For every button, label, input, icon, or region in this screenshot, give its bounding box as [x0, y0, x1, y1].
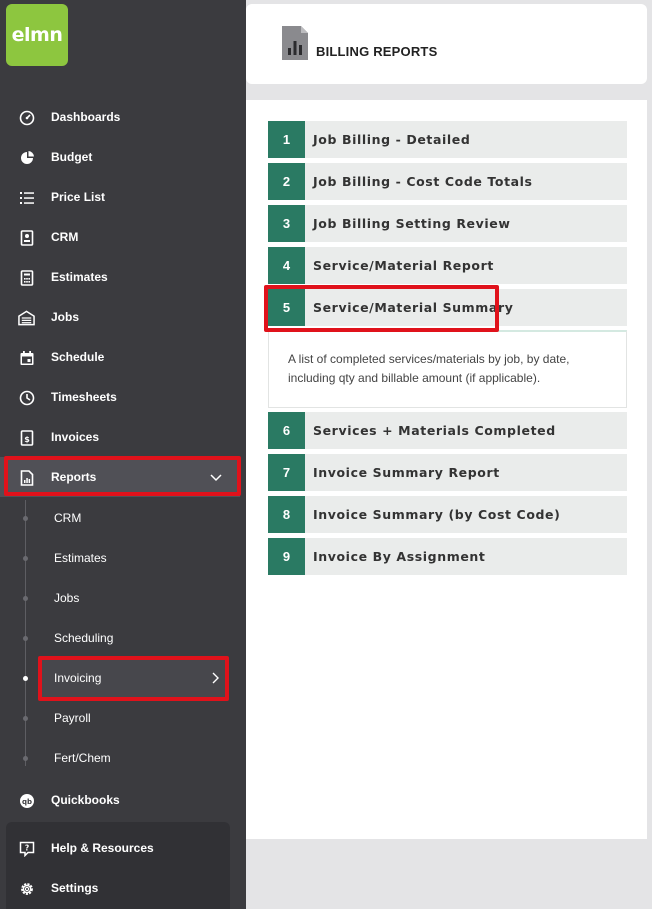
reports-subitem-jobs[interactable]: Jobs — [0, 578, 240, 618]
report-row-9[interactable]: 9 Invoice By Assignment — [268, 538, 627, 575]
report-label: Invoice Summary (by Cost Code) — [313, 507, 561, 522]
help-icon: ? — [18, 840, 35, 857]
sidebar-item-price-list[interactable]: Price List — [0, 177, 240, 217]
sidebar-item-label: Help & Resources — [51, 841, 154, 855]
subitem-label: Scheduling — [54, 631, 114, 645]
report-number: 5 — [268, 289, 305, 326]
report-number: 4 — [268, 247, 305, 284]
svg-text:?: ? — [24, 843, 28, 852]
sidebar-item-quickbooks[interactable]: qb Quickbooks — [0, 780, 240, 820]
sidebar-item-label: Dashboards — [51, 110, 121, 124]
sidebar-item-budget[interactable]: Budget — [0, 137, 240, 177]
sidebar-item-schedule[interactable]: Schedule — [0, 337, 240, 377]
sidebar-item-jobs[interactable]: Jobs — [0, 297, 240, 337]
subitem-label: Payroll — [54, 711, 91, 725]
sidebar-item-timesheets[interactable]: Timesheets — [0, 377, 240, 417]
report-label: Invoice By Assignment — [313, 549, 486, 564]
reports-subitem-invoicing[interactable]: Invoicing — [42, 658, 226, 698]
report-number: 7 — [268, 454, 305, 491]
sidebar-item-label: Schedule — [51, 350, 105, 364]
sidebar-item-crm[interactable]: CRM — [0, 217, 240, 257]
report-row-3[interactable]: 3 Job Billing Setting Review — [268, 205, 627, 242]
sidebar-item-label: Jobs — [51, 310, 80, 324]
report-icon — [18, 469, 35, 486]
reports-subitem-estimates[interactable]: Estimates — [0, 538, 240, 578]
list-icon — [18, 189, 35, 206]
report-label: Job Billing Setting Review — [313, 216, 511, 231]
report-description-panel: A list of completed services/materials b… — [268, 330, 627, 408]
subitem-label: Invoicing — [54, 671, 102, 685]
report-row-4[interactable]: 4 Service/Material Report — [268, 247, 627, 284]
report-label: Job Billing - Cost Code Totals — [313, 174, 533, 189]
report-row-5[interactable]: 5 Service/Material Summary — [268, 289, 627, 326]
sidebar-item-label: Price List — [51, 190, 106, 204]
reports-subitem-crm[interactable]: CRM — [0, 498, 240, 538]
report-label: Services + Materials Completed — [313, 423, 556, 438]
quickbooks-icon: qb — [18, 792, 35, 809]
subitem-label: CRM — [54, 511, 82, 525]
report-number: 9 — [268, 538, 305, 575]
report-row-6[interactable]: 6 Services + Materials Completed — [268, 412, 627, 449]
report-description: A list of completed services/materials b… — [288, 352, 570, 385]
report-row-2[interactable]: 2 Job Billing - Cost Code Totals — [268, 163, 627, 200]
page-header: BILLING REPORTS — [246, 4, 647, 84]
report-number: 3 — [268, 205, 305, 242]
sidebar-item-settings[interactable]: Settings — [0, 868, 240, 908]
contact-card-icon — [18, 229, 35, 246]
report-number: 8 — [268, 496, 305, 533]
calendar-icon — [18, 349, 35, 366]
reports-subitem-fert-chem[interactable]: Fert/Chem — [0, 738, 240, 778]
sidebar-item-label: Invoices — [51, 430, 100, 444]
subitem-label: Fert/Chem — [54, 751, 111, 765]
report-label: Service/Material Report — [313, 258, 494, 273]
report-document-icon — [282, 26, 308, 60]
sidebar-item-label: Reports — [51, 470, 97, 484]
reports-subitem-payroll[interactable]: Payroll — [0, 698, 240, 738]
sidebar-item-reports[interactable]: Reports — [0, 457, 240, 497]
svg-text:qb: qb — [21, 798, 31, 806]
report-row-8[interactable]: 8 Invoice Summary (by Cost Code) — [268, 496, 627, 533]
sidebar-item-label: CRM — [51, 230, 79, 244]
subitem-label: Estimates — [54, 551, 107, 565]
invoice-icon: $ — [18, 429, 35, 446]
sidebar-item-estimates[interactable]: Estimates — [0, 257, 240, 297]
sidebar-item-label: Settings — [51, 881, 99, 895]
report-label: Job Billing - Detailed — [313, 132, 471, 147]
report-number: 6 — [268, 412, 305, 449]
chevron-down-icon — [210, 471, 222, 483]
gauge-icon — [18, 109, 35, 126]
elmn-logo[interactable]: elmn — [6, 4, 68, 66]
svg-text:$: $ — [24, 435, 30, 444]
report-row-1[interactable]: 1 Job Billing - Detailed — [268, 121, 627, 158]
logo-text: elmn — [11, 24, 63, 46]
gear-icon — [18, 880, 35, 897]
sidebar-item-label: Estimates — [51, 270, 108, 284]
sidebar-item-label: Quickbooks — [51, 793, 120, 807]
submenu-bullet-current — [23, 676, 28, 681]
reports-subitem-scheduling[interactable]: Scheduling — [0, 618, 240, 658]
clock-icon — [18, 389, 35, 406]
sidebar-item-label: Budget — [51, 150, 93, 164]
report-row-7[interactable]: 7 Invoice Summary Report — [268, 454, 627, 491]
calculator-icon — [18, 269, 35, 286]
sidebar-item-label: Timesheets — [51, 390, 117, 404]
subitem-label: Jobs — [54, 591, 80, 605]
pie-chart-icon — [18, 149, 35, 166]
sidebar: elmn Dashboards Budget Price List CRM Es… — [0, 0, 246, 909]
chevron-right-icon — [212, 672, 220, 687]
report-label: Invoice Summary Report — [313, 465, 500, 480]
warehouse-icon — [18, 309, 35, 326]
sidebar-item-help[interactable]: ? Help & Resources — [0, 828, 240, 868]
report-label: Service/Material Summary — [313, 300, 514, 315]
report-number: 1 — [268, 121, 305, 158]
report-number: 2 — [268, 163, 305, 200]
sidebar-item-invoices[interactable]: $ Invoices — [0, 417, 240, 457]
sidebar-item-dashboards[interactable]: Dashboards — [0, 97, 240, 137]
page-title: BILLING REPORTS — [316, 44, 438, 59]
